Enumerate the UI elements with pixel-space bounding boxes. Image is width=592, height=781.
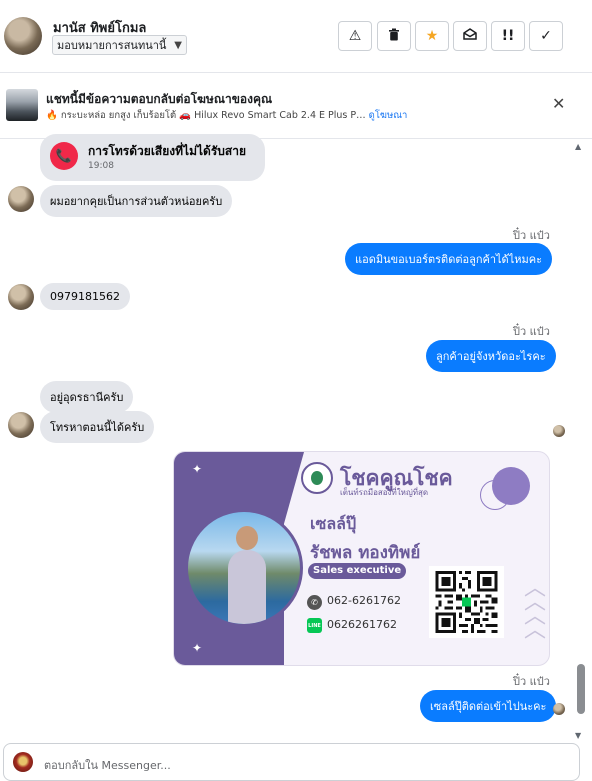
- outgoing-message[interactable]: ลูกค้าอยู่จังหวัดอะไรคะ: [426, 340, 556, 372]
- sparkle-icon: ✦: [192, 641, 203, 655]
- scrollbar-thumb[interactable]: [577, 664, 585, 714]
- qr-code: [429, 566, 504, 638]
- namecard-photo: [185, 509, 303, 627]
- contact-avatar[interactable]: [4, 17, 42, 55]
- ad-banner-subtitle: 🔥 กระบะหล่อ ยกสูง เก็บร้อยโต้ 🚗 Hilux Re…: [46, 108, 407, 123]
- chevron-down-icon: ▼: [174, 39, 182, 51]
- phone-icon: ✆: [307, 595, 322, 610]
- namecard-role: Sales executive: [308, 563, 407, 579]
- incoming-message[interactable]: อยู่อุดรธานีครับ: [40, 381, 134, 413]
- read-receipt-avatar: [553, 425, 565, 437]
- namecard-image-message[interactable]: ✦ ✦ โชคคูณโชค เต็นท์รถมือสองที่ใหญ่ที่สุ…: [173, 451, 550, 666]
- follow-up-button[interactable]: !!: [491, 21, 525, 51]
- outgoing-message[interactable]: เซลล์ปุ๊ติดต่อเข้าไปนะคะ: [420, 690, 557, 722]
- conversation-header: มานัส ทิพย์โกมล มอบหมายการสนทนานี้ ▼ ⚠ ★…: [0, 0, 592, 73]
- assign-conversation-dropdown[interactable]: มอบหมายการสนทนานี้ ▼: [52, 35, 187, 55]
- ad-banner-title: แชทนี้มีข้อความตอบกลับต่อโฆษณาของคุณ: [46, 92, 273, 106]
- sparkle-icon: ✦: [192, 462, 203, 476]
- trash-icon: [388, 28, 400, 45]
- read-receipt-avatar: [553, 703, 565, 715]
- check-icon: ✓: [540, 28, 552, 44]
- reply-input-placeholder[interactable]: ตอบกลับใน Messenger...: [44, 756, 171, 774]
- mark-unread-button[interactable]: [453, 21, 487, 51]
- page-avatar: [13, 752, 33, 772]
- namecard-line-id: 0626261762: [327, 618, 397, 631]
- scroll-up-arrow[interactable]: ▲: [575, 142, 581, 151]
- namecard-phone: 062-6261762: [327, 594, 401, 607]
- missed-call-title: การโทรด้วยเสียงที่ไม่ได้รับสาย: [88, 144, 246, 158]
- missed-call-time: 19:08: [88, 161, 114, 171]
- view-ad-link[interactable]: ดูโฆษณา: [369, 110, 408, 121]
- decorative-circle: [492, 467, 530, 505]
- outgoing-message[interactable]: แอดมินขอเบอร์ตรติดต่อลูกค้าได้ไหมคะ: [345, 243, 552, 275]
- missed-call-card[interactable]: 📞 การโทรด้วยเสียงที่ไม่ได้รับสาย 19:08: [40, 134, 265, 181]
- delete-button[interactable]: [377, 21, 411, 51]
- star-button[interactable]: ★: [415, 21, 449, 51]
- sender-name: ปิ๋ว แป๋ว: [513, 675, 550, 688]
- dealership-logo: [301, 462, 333, 494]
- mark-done-button[interactable]: ✓: [529, 21, 563, 51]
- incoming-message[interactable]: โทรหาตอนนี้ได้ครับ: [40, 411, 155, 443]
- contact-avatar-small: [8, 284, 34, 310]
- assign-label: มอบหมายการสนทนานี้: [57, 39, 167, 52]
- ad-description: 🔥 กระบะหล่อ ยกสูง เก็บร้อยโต้ 🚗 Hilux Re…: [46, 110, 366, 121]
- star-icon: ★: [425, 28, 439, 44]
- report-spam-button[interactable]: ⚠: [338, 21, 372, 51]
- incoming-message[interactable]: 0979181562: [40, 283, 130, 310]
- close-icon[interactable]: ✕: [552, 94, 565, 113]
- scroll-down-arrow[interactable]: ▼: [575, 731, 581, 740]
- ad-reply-banner: แชทนี้มีข้อความตอบกลับต่อโฆษณาของคุณ 🔥 ก…: [0, 73, 592, 139]
- namecard-fullname: รัชพล ทองทิพย์: [310, 543, 421, 563]
- contact-avatar-small: [8, 186, 34, 212]
- ad-thumbnail[interactable]: [6, 89, 38, 121]
- chevron-decoration: ︿ ︿ ︿ ︿: [524, 576, 547, 643]
- sender-name: ปิ๋ว แป๋ว: [513, 229, 550, 242]
- incoming-message[interactable]: ผมอยากคุยเป็นการส่วนตัวหน่อยครับ: [40, 185, 233, 217]
- person-head: [236, 526, 258, 550]
- namecard-slogan: เต็นท์รถมือสองที่ใหญ่ที่สุด: [340, 488, 429, 497]
- namecard-nickname: เซลล์ปุ๊: [310, 514, 357, 533]
- warning-icon: ⚠: [348, 28, 362, 44]
- contact-avatar-small: [8, 412, 34, 438]
- mark-unread-icon: [463, 28, 477, 44]
- sender-name: ปิ๋ว แป๋ว: [513, 325, 550, 338]
- priority-icon: !!: [501, 28, 515, 44]
- missed-call-icon: 📞: [50, 142, 78, 170]
- line-app-icon: LINE: [307, 618, 322, 633]
- person-body: [228, 550, 266, 624]
- reply-composer[interactable]: ตอบกลับใน Messenger...: [3, 743, 580, 781]
